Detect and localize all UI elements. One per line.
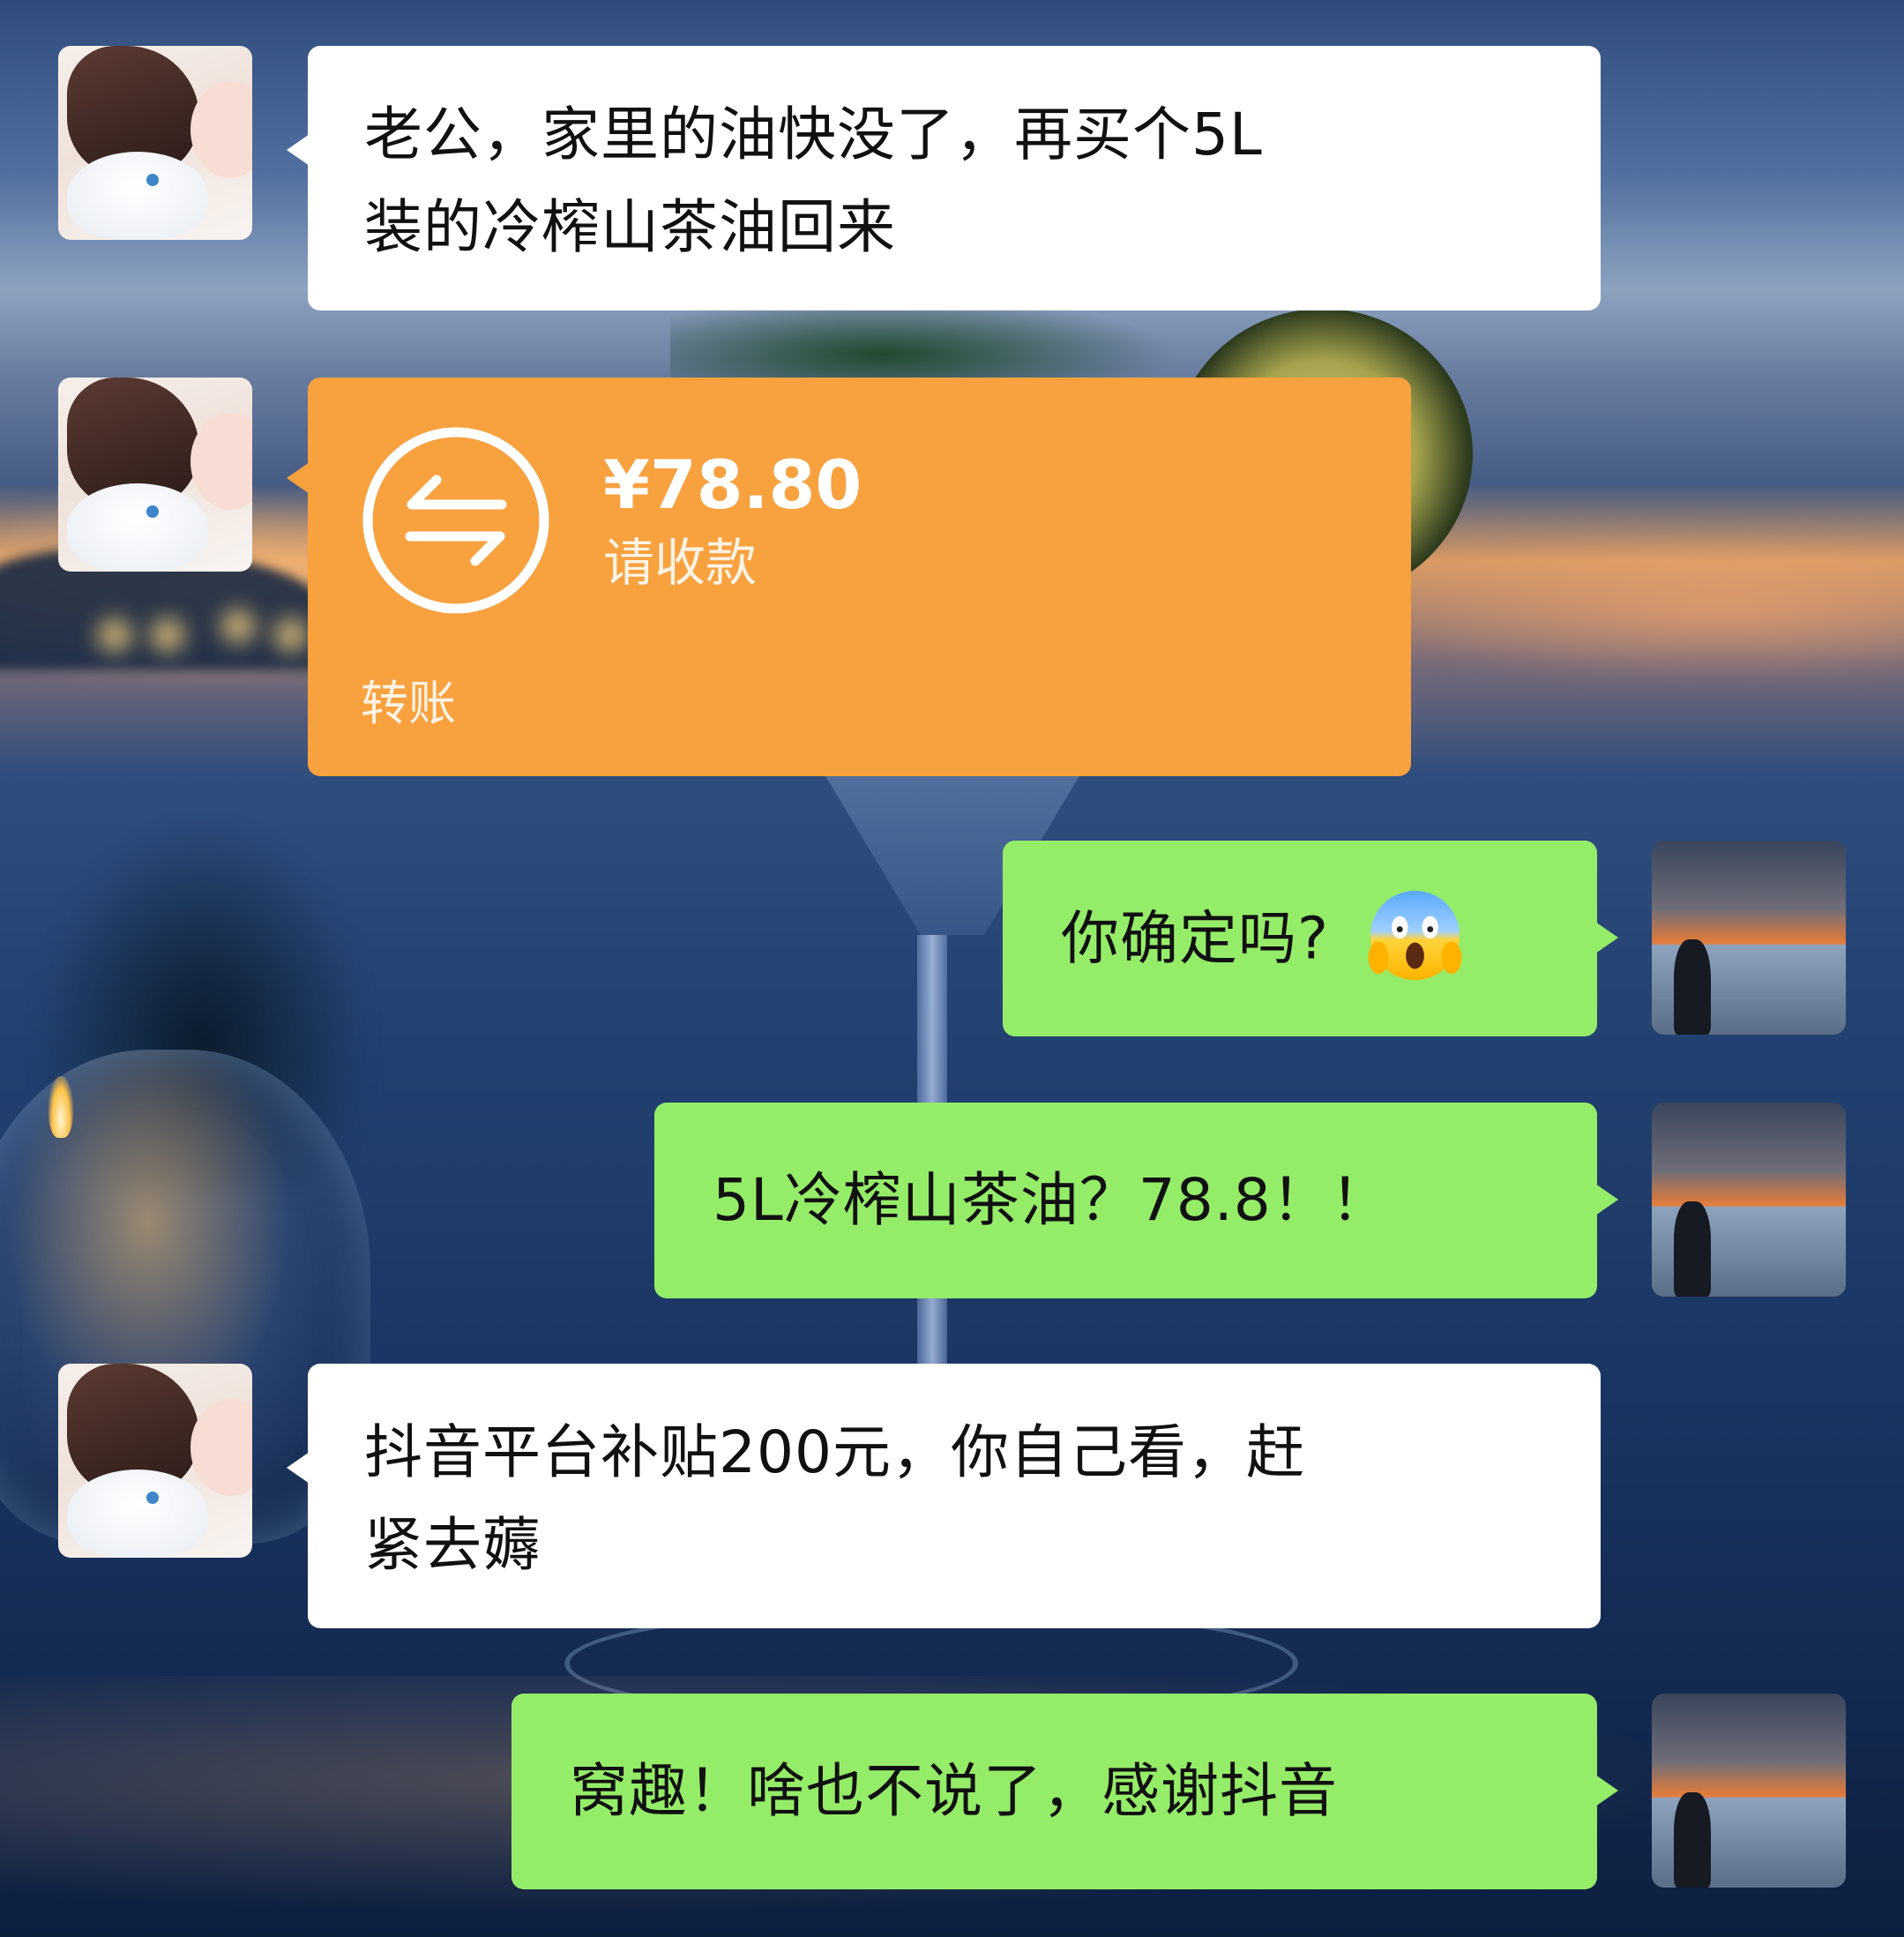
bubble-tail [287, 1452, 310, 1484]
message-text: 5L冷榨山茶油？78.8！！ [713, 1166, 1390, 1234]
transfer-arrows-icon [362, 427, 549, 614]
message-bubble-outgoing[interactable]: 你确定吗? [1003, 841, 1618, 1036]
message-text-line: 老公，家里的油快没了，再买个5L [364, 101, 1263, 168]
message-bubble-incoming[interactable]: 老公，家里的油快没了，再买个5L 装的冷榨山茶油回来 [287, 46, 1601, 310]
wife-avatar[interactable] [58, 378, 252, 572]
bubble-tail [287, 462, 310, 494]
message-text: 窝趣！啥也不说了，感谢抖音 [570, 1757, 1338, 1825]
wife-avatar[interactable] [58, 46, 252, 240]
transfer-card[interactable]: ¥78.80 请收款 转账 [287, 378, 1411, 776]
bubble-tail [287, 134, 310, 166]
wife-avatar[interactable] [58, 1364, 252, 1558]
bubble-tail [1595, 1775, 1618, 1806]
bubble-tail [1595, 1184, 1618, 1215]
message-text-line: 装的冷榨山茶油回来 [364, 193, 896, 261]
transfer-status: 请收款 [603, 533, 758, 593]
chat-thread: 老公，家里的油快没了，再买个5L 装的冷榨山茶油回来 ¥78.80 请收款 转账… [0, 0, 1904, 1937]
my-avatar[interactable] [1652, 1103, 1846, 1297]
message-text: 你确定吗? [1061, 904, 1330, 973]
my-avatar[interactable] [1652, 841, 1846, 1035]
message-text-line: 紧去薅 [364, 1511, 541, 1579]
bubble-tail [1595, 922, 1618, 954]
message-bubble-outgoing[interactable]: 5L冷榨山茶油？78.8！！ [654, 1103, 1618, 1298]
message-bubble-outgoing[interactable]: 窝趣！啥也不说了，感谢抖音 [511, 1694, 1618, 1889]
scream-emoji [1368, 890, 1462, 981]
transfer-label: 转账 [361, 676, 456, 731]
transfer-amount: ¥78.80 [603, 445, 862, 524]
message-text-line: 抖音平台补贴200元，你自己看，赶 [364, 1418, 1305, 1486]
message-bubble-incoming[interactable]: 抖音平台补贴200元，你自己看，赶 紧去薅 [287, 1364, 1601, 1628]
my-avatar[interactable] [1652, 1694, 1846, 1888]
